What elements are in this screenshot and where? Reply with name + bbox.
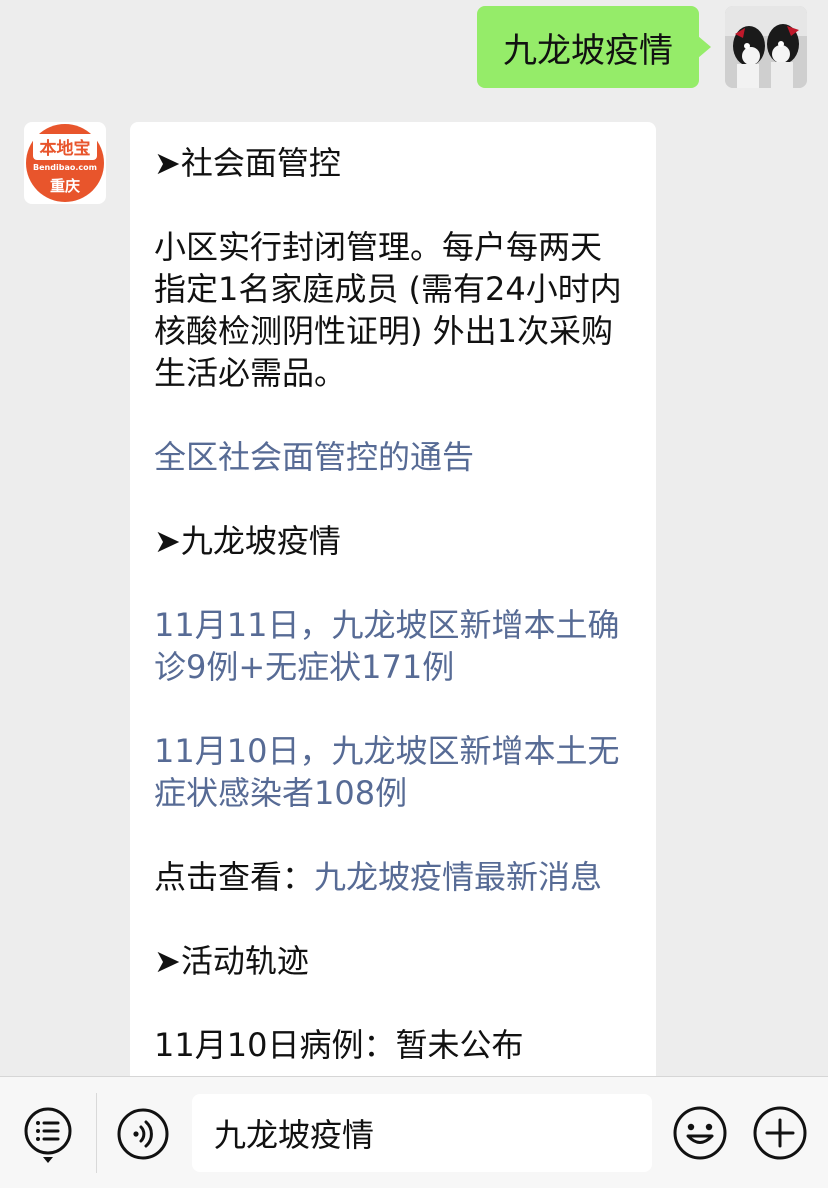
input-bar-divider bbox=[96, 1093, 97, 1173]
control-notice-link[interactable]: 全区社会面管控的通告 bbox=[154, 436, 632, 478]
control-description: 小区实行封闭管理。每户每两天指定1名家庭成员 (需有24小时内核酸检测阴性证明)… bbox=[154, 228, 622, 392]
nov11-cases-link[interactable]: 11月11日，九龙坡区新增本土确诊9例+无症状171例 bbox=[154, 604, 632, 688]
incoming-bubble: ➤社会面管控 小区实行封闭管理。每户每两天指定1名家庭成员 (需有24小时内核酸… bbox=[130, 122, 656, 1122]
bendibao-city: 重庆 bbox=[50, 177, 80, 195]
latest-news-line: 点击查看：九龙坡疫情最新消息 bbox=[154, 856, 632, 898]
bendibao-logo-icon: 本地宝 Bendibao.com 重庆 bbox=[24, 122, 106, 204]
section-heading-control: ➤社会面管控 bbox=[154, 144, 341, 182]
bendibao-avatar[interactable]: 本地宝 Bendibao.com 重庆 bbox=[24, 122, 106, 204]
outgoing-message: 九龙坡疫情 bbox=[477, 6, 807, 88]
voice-icon[interactable] bbox=[116, 1107, 170, 1161]
message-input-value: 九龙坡疫情 bbox=[214, 1116, 375, 1154]
bendibao-logo-sub: Bendibao.com bbox=[33, 163, 97, 172]
nov10-cases-link[interactable]: 11月10日，九龙坡区新增本土无症状感染者108例 bbox=[154, 730, 632, 814]
user-avatar-image bbox=[725, 6, 807, 88]
outgoing-text: 九龙坡疫情 bbox=[503, 30, 673, 71]
message-input[interactable]: 九龙坡疫情 bbox=[192, 1094, 652, 1172]
input-bar: 九龙坡疫情 bbox=[0, 1076, 828, 1188]
menu-list-icon[interactable] bbox=[22, 1105, 74, 1165]
nov10-track-text: 11月10日病例：暂未公布 bbox=[154, 1026, 524, 1064]
latest-news-link[interactable]: 九龙坡疫情最新消息 bbox=[314, 858, 602, 896]
latest-news-prefix: 点击查看： bbox=[154, 858, 315, 896]
section-heading-epidemic: ➤九龙坡疫情 bbox=[154, 522, 341, 560]
section-heading-track: ➤活动轨迹 bbox=[154, 942, 309, 980]
outgoing-bubble[interactable]: 九龙坡疫情 bbox=[477, 6, 711, 88]
plus-icon[interactable] bbox=[752, 1105, 808, 1161]
emoji-icon[interactable] bbox=[672, 1105, 728, 1161]
chat-screen: 九龙坡疫情 本地宝 Bendibao.com 重庆 ➤社会面管控 小区实行封闭管… bbox=[0, 0, 828, 1188]
user-avatar[interactable] bbox=[725, 6, 807, 88]
bendibao-logo-text: 本地宝 bbox=[40, 138, 91, 159]
incoming-message: 本地宝 Bendibao.com 重庆 ➤社会面管控 小区实行封闭管理。每户每两… bbox=[24, 122, 656, 1122]
